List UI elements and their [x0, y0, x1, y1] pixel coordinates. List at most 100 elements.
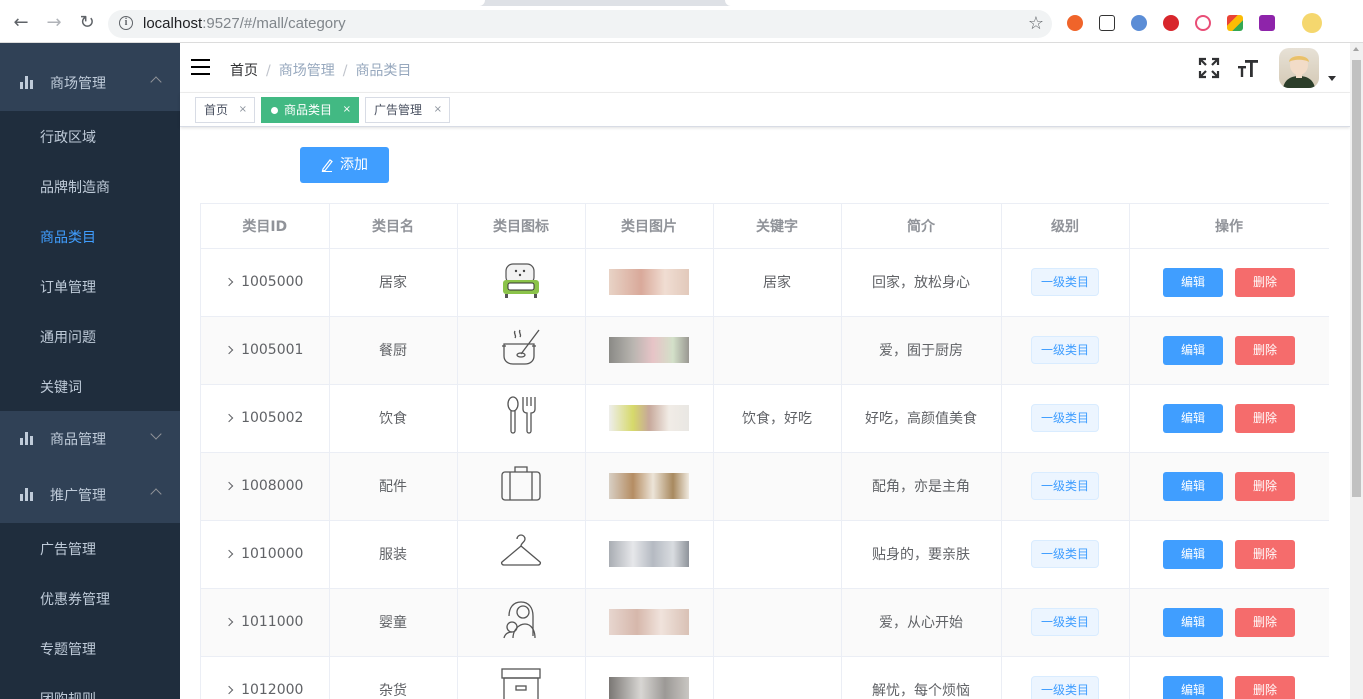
- category-id: 1005001: [241, 342, 304, 358]
- sidebar-item-label: 广告管理: [40, 542, 96, 558]
- delete-button[interactable]: 删除: [1235, 335, 1295, 365]
- adblock-icon[interactable]: [1163, 15, 1179, 31]
- reload-icon[interactable]: ↻: [78, 14, 96, 32]
- category-pic-cell: [585, 248, 714, 317]
- submenu-goods[interactable]: 商品管理: [0, 411, 180, 467]
- submenu-mall[interactable]: 商场管理: [0, 55, 180, 111]
- close-icon[interactable]: ×: [343, 98, 351, 122]
- extension-icon[interactable]: [1259, 15, 1275, 31]
- submenu-promotion[interactable]: 推广管理: [0, 467, 180, 523]
- expand-icon[interactable]: [224, 345, 234, 355]
- expand-icon[interactable]: [224, 481, 234, 491]
- sidebar-item-label: 商品类目: [40, 230, 96, 246]
- tag-home[interactable]: 首页 ×: [195, 97, 255, 123]
- edit-button[interactable]: 编辑: [1163, 335, 1223, 365]
- level-tag: 一级类目: [1030, 540, 1099, 568]
- sidebar-item-keyword[interactable]: 关键词: [0, 361, 180, 411]
- breadcrumb-home[interactable]: 首页: [230, 63, 258, 79]
- edit-button[interactable]: 编辑: [1163, 267, 1223, 297]
- edit-button[interactable]: 编辑: [1163, 675, 1223, 699]
- expand-icon[interactable]: [224, 549, 234, 559]
- sidebar-item-ad[interactable]: 广告管理: [0, 523, 180, 573]
- table-row: 1010000 服装 贴身的，要亲肤 一级类目 编辑 删除: [201, 520, 1329, 589]
- avatar[interactable]: [1279, 48, 1319, 88]
- sidebar-item-label: 专题管理: [40, 642, 96, 658]
- sidebar-item-issue[interactable]: 通用问题: [0, 311, 180, 361]
- sidebar-item-brand[interactable]: 品牌制造商: [0, 161, 180, 211]
- expand-icon[interactable]: [224, 685, 234, 695]
- sidebar-item-groupon[interactable]: 团购规则: [0, 673, 180, 699]
- category-name-cell: 配件: [329, 452, 458, 521]
- scroll-up-icon[interactable]: [1353, 47, 1359, 51]
- keywords-cell: [713, 520, 842, 589]
- expand-icon[interactable]: [224, 617, 234, 627]
- extension-icon[interactable]: [1099, 15, 1115, 31]
- close-icon[interactable]: ×: [434, 98, 442, 122]
- forward-icon[interactable]: →: [45, 14, 63, 32]
- category-id-cell: 1005000: [201, 248, 330, 317]
- keywords-cell: [713, 588, 842, 657]
- info-icon[interactable]: i: [119, 16, 133, 30]
- sidebar-item-topic[interactable]: 专题管理: [0, 623, 180, 673]
- expand-icon[interactable]: [224, 277, 234, 287]
- description-cell: 解忧，每个烦恼: [841, 656, 1002, 699]
- navbar: 首页 / 商场管理 / 商品类目: [180, 43, 1350, 93]
- sidebar-item-coupon[interactable]: 优惠券管理: [0, 573, 180, 623]
- level-cell: 一级类目: [1001, 248, 1130, 317]
- sidebar-item-label: 优惠券管理: [40, 592, 110, 608]
- storage-box-icon: [499, 666, 543, 699]
- delete-button[interactable]: 删除: [1235, 675, 1295, 699]
- category-icon-cell: [457, 588, 586, 657]
- back-icon[interactable]: ←: [12, 14, 30, 32]
- description-cell: 贴身的，要亲肤: [841, 520, 1002, 589]
- profile-icon[interactable]: [1302, 13, 1322, 33]
- actions-cell: 编辑 删除: [1129, 588, 1329, 657]
- category-id: 1012000: [241, 682, 304, 698]
- delete-button[interactable]: 删除: [1235, 539, 1295, 569]
- delete-button[interactable]: 删除: [1235, 403, 1295, 433]
- column-header: 类目ID: [201, 204, 330, 249]
- address-bar[interactable]: i localhost:9527/#/mall/category ☆: [108, 10, 1052, 38]
- chart-icon: [20, 432, 34, 445]
- delete-button[interactable]: 删除: [1235, 607, 1295, 637]
- edit-button[interactable]: 编辑: [1163, 607, 1223, 637]
- sidebar-item-category[interactable]: 商品类目: [0, 211, 180, 261]
- extension-icon[interactable]: [1195, 15, 1211, 31]
- bookmark-star-icon[interactable]: ☆: [1028, 13, 1044, 34]
- extension-icon[interactable]: [1131, 15, 1147, 31]
- font-size-icon[interactable]: [1237, 57, 1259, 79]
- sidebar-item-order[interactable]: 订单管理: [0, 261, 180, 311]
- edit-button[interactable]: 编辑: [1163, 471, 1223, 501]
- description-cell: 回家，放松身心: [841, 248, 1002, 317]
- category-icon-cell: [457, 452, 586, 521]
- expand-icon[interactable]: [224, 413, 234, 423]
- column-header: 类目图片: [585, 204, 714, 249]
- extension-icon[interactable]: [1227, 15, 1243, 31]
- tag-label: 广告管理: [374, 103, 423, 117]
- tag-ad[interactable]: 广告管理 ×: [365, 97, 450, 123]
- delete-button[interactable]: 删除: [1235, 471, 1295, 501]
- category-id-cell: 1010000: [201, 520, 330, 589]
- caret-down-icon[interactable]: [1328, 76, 1336, 81]
- scrollbar-thumb[interactable]: [1352, 60, 1361, 497]
- edit-button[interactable]: 编辑: [1163, 539, 1223, 569]
- suitcase-icon: [499, 462, 543, 510]
- sidebar-item-region[interactable]: 行政区域: [0, 111, 180, 161]
- category-name-cell: 居家: [329, 248, 458, 317]
- edit-button[interactable]: 编辑: [1163, 403, 1223, 433]
- delete-button[interactable]: 删除: [1235, 267, 1295, 297]
- add-button-label: 添加: [340, 157, 368, 173]
- description-cell: 爱，从心开始: [841, 588, 1002, 657]
- category-picture: [609, 541, 689, 567]
- hamburger-icon[interactable]: [191, 59, 210, 75]
- category-id-cell: 1005001: [201, 316, 330, 385]
- fullscreen-icon[interactable]: [1198, 57, 1220, 79]
- scrollbar[interactable]: [1350, 43, 1363, 699]
- add-button[interactable]: 添加: [300, 147, 389, 183]
- edit-icon: [321, 159, 333, 172]
- tag-category[interactable]: 商品类目 ×: [261, 97, 359, 123]
- extension-icon[interactable]: [1067, 15, 1083, 31]
- table-row: 1005001 餐厨 爱，囿于厨房 一级类目 编辑 删除: [201, 316, 1329, 385]
- category-icon-cell: [457, 316, 586, 385]
- close-icon[interactable]: ×: [239, 98, 247, 122]
